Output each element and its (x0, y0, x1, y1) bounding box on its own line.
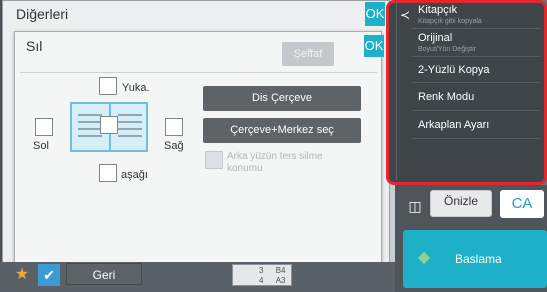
menu-item-label[interactable]: Orijinal (418, 32, 452, 44)
menu-item-label[interactable]: Kitapçık (418, 4, 457, 16)
frame-center-button[interactable]: Çerçeve+Merkez seç (203, 118, 361, 143)
star-icon[interactable]: ★ (12, 265, 32, 285)
sil-ok-button[interactable]: OK (364, 35, 384, 57)
tray-number: 4 (259, 276, 264, 285)
menu-divider (412, 138, 540, 139)
right-checkbox[interactable] (165, 118, 183, 136)
menu-item-sub: Kitapçık gibi kopyala (418, 18, 482, 25)
top-checkbox[interactable] (99, 77, 117, 95)
check-icon[interactable]: ✔ (38, 264, 60, 286)
menu-divider (412, 28, 540, 29)
others-ok-button[interactable]: OK (365, 2, 385, 26)
start-icon: ◆ (417, 249, 431, 266)
menu-separator (396, 2, 397, 180)
paper-size: B4 (275, 266, 286, 275)
others-title: Diğerleri (16, 6, 69, 22)
bottom-checkbox[interactable] (99, 164, 117, 182)
left-label: Sol (33, 140, 49, 152)
collapse-icon[interactable]: ≺ (398, 8, 412, 22)
back-side-label: Arka yüzün ters silme konumu (227, 151, 323, 174)
paper-size: A3 (275, 276, 286, 285)
transparent-button[interactable]: Şeffaf (282, 42, 334, 66)
menu-item-label[interactable]: Arkaplan Ayarı (418, 119, 489, 131)
sil-title: Sıl (26, 38, 43, 54)
back-button[interactable]: Geri (66, 263, 142, 285)
right-label: Sağ (164, 140, 184, 152)
preview-icon[interactable]: ◫ (405, 196, 425, 216)
top-label: Yuka. (122, 82, 150, 94)
bottom-label: aşağı (121, 169, 148, 181)
paper-tray-indicator: 3 B4 4 A3 (232, 264, 292, 286)
menu-item-sub: Boyut/Yön Değiştir (418, 46, 476, 53)
back-side-checkbox[interactable] (205, 151, 223, 169)
menu-item-label[interactable]: 2-Yüzlü Kopya (418, 64, 490, 76)
divider (20, 72, 377, 73)
center-checkbox[interactable] (100, 116, 118, 134)
menu-item-label[interactable]: Renk Modu (418, 91, 474, 103)
menu-divider (412, 82, 540, 83)
outer-frame-button[interactable]: Dis Çerçeve (203, 86, 361, 111)
left-checkbox[interactable] (35, 118, 53, 136)
menu-divider (412, 56, 540, 57)
clear-all-button[interactable]: CA (500, 190, 544, 218)
start-label: Baslama (455, 252, 502, 266)
menu-divider (412, 110, 540, 111)
tray-number: 3 (259, 266, 264, 275)
preview-button[interactable]: Önizle (430, 190, 492, 217)
